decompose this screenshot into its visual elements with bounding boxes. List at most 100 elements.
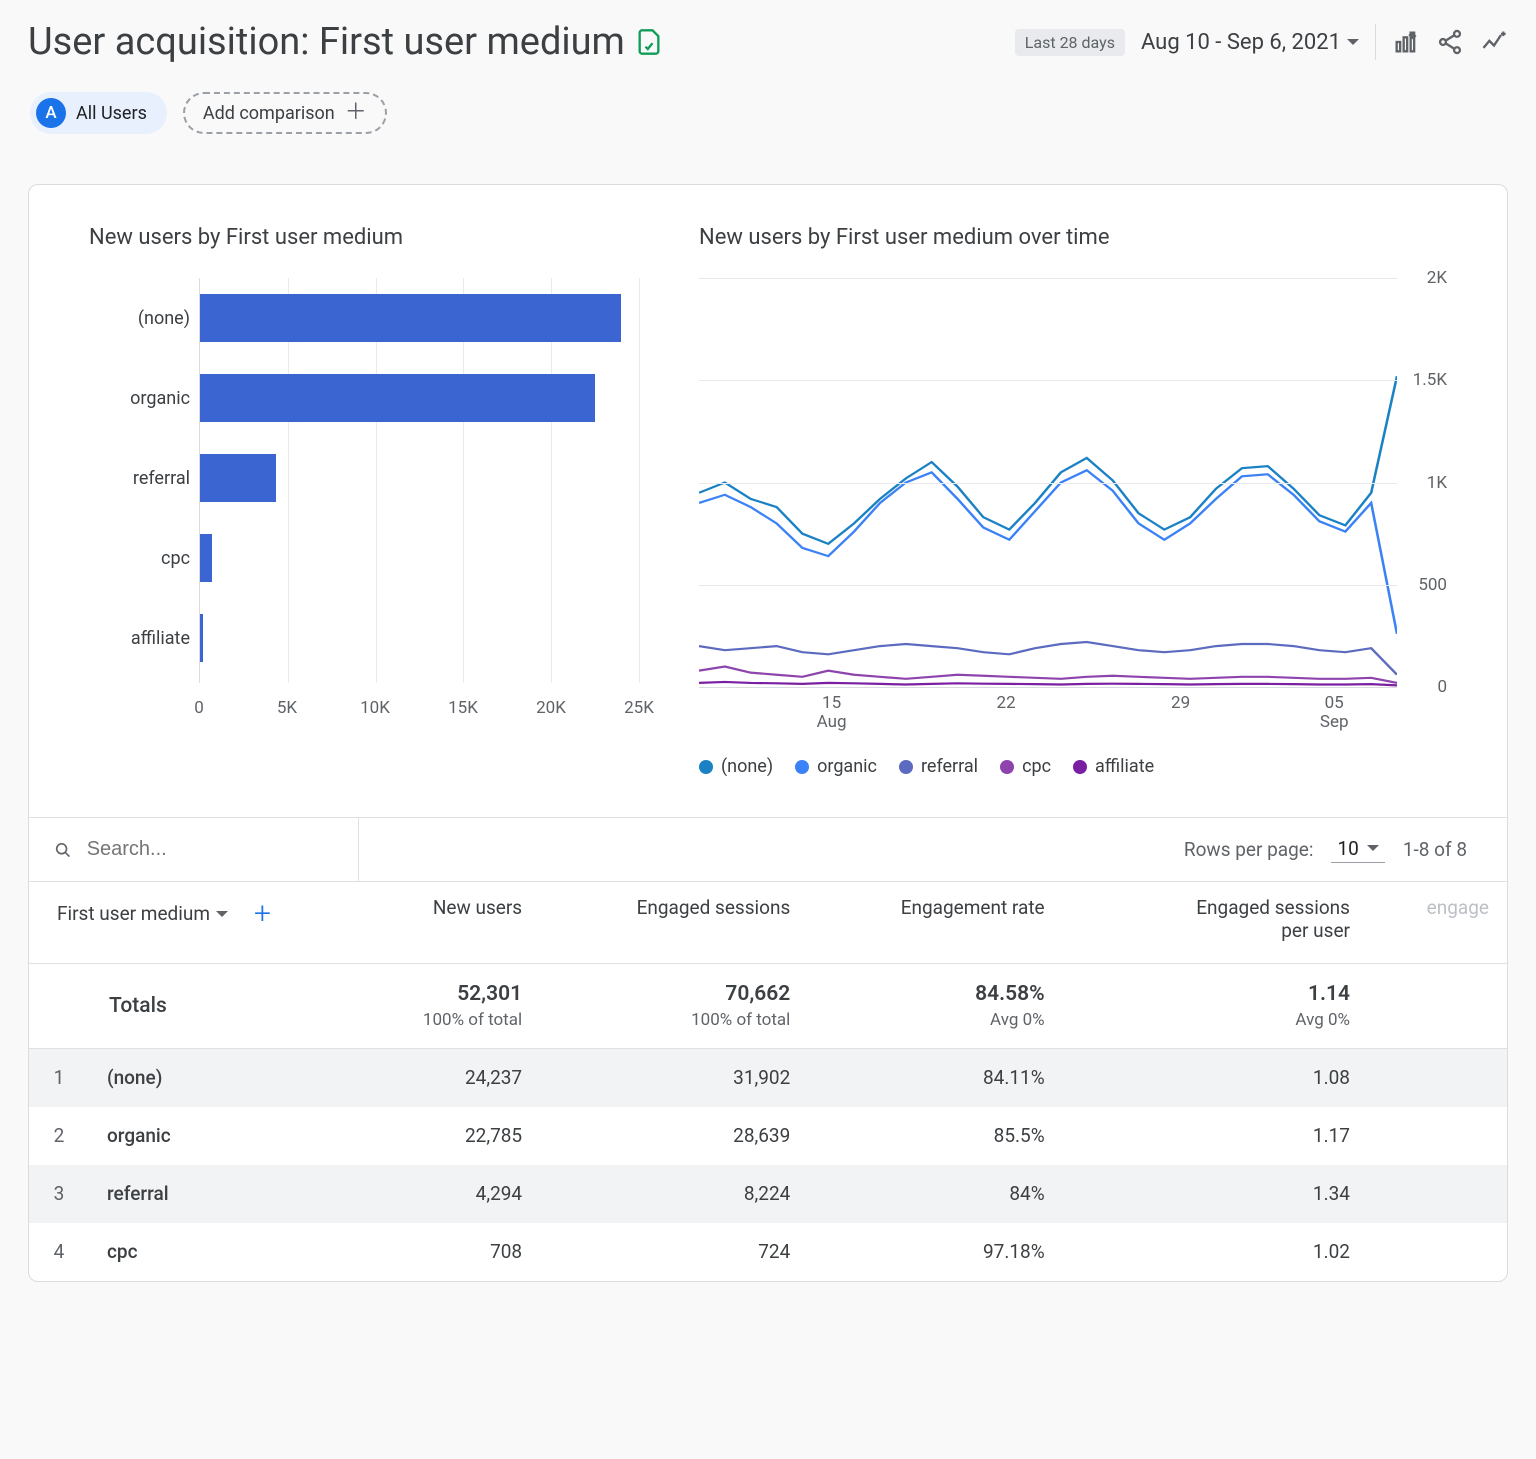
sheets-icon[interactable] <box>635 28 663 56</box>
legend-item[interactable]: (none) <box>699 756 773 777</box>
legend-dot-icon <box>899 760 913 774</box>
legend-label: referral <box>921 756 978 777</box>
row-index: 1 <box>29 1049 89 1107</box>
cell-new-users: 708 <box>349 1223 540 1281</box>
cell-engaged-sessions: 8,224 <box>540 1165 808 1223</box>
customize-report-icon[interactable] <box>1392 28 1420 56</box>
date-range-text: Aug 10 - Sep 6, 2021 <box>1141 30 1341 55</box>
bar-chart-title: New users by First user medium <box>89 225 639 250</box>
cell-engagement-rate: 84% <box>808 1165 1062 1223</box>
segment-badge: A <box>36 98 66 128</box>
date-badge: Last 28 days <box>1015 29 1125 56</box>
line-chart-legend: (none) organic referral cpc affiliate <box>699 756 1447 777</box>
legend-dot-icon <box>699 760 713 774</box>
add-comparison-button[interactable]: Add comparison ＋ <box>183 92 387 134</box>
legend-dot-icon <box>1000 760 1014 774</box>
legend-label: affiliate <box>1095 756 1154 777</box>
bar-x-tick: 20K <box>536 698 566 718</box>
col-extra[interactable]: engage <box>1368 882 1507 964</box>
bar-chart[interactable]: (none)organicreferralcpcaffiliate 05K10K… <box>89 278 639 738</box>
add-dimension-button[interactable]: + <box>254 896 271 931</box>
row-index: 4 <box>29 1223 89 1281</box>
row-dimension: cpc <box>89 1223 349 1281</box>
segment-all-users[interactable]: A All Users <box>30 92 167 134</box>
add-comparison-label: Add comparison <box>203 103 335 124</box>
line-y-tick: 0 <box>1437 677 1447 697</box>
bar-fill <box>200 454 276 502</box>
line-y-tick: 1.5K <box>1413 370 1447 390</box>
cell-engaged-sessions: 31,902 <box>540 1049 808 1107</box>
bar-category-label: affiliate <box>90 628 190 649</box>
data-table: First user medium + New users Engaged se… <box>29 881 1507 1281</box>
bar-fill <box>200 614 203 662</box>
chevron-down-icon <box>1347 39 1359 45</box>
page-title: User acquisition: First user medium <box>28 20 625 64</box>
legend-label: cpc <box>1022 756 1051 777</box>
bar-x-tick: 15K <box>448 698 478 718</box>
rows-per-page-label: Rows per page: <box>1184 838 1314 861</box>
report-header: User acquisition: First user medium Last… <box>28 20 1508 64</box>
line-x-tick: 15Aug <box>817 694 847 731</box>
col-eng-per-user[interactable]: Engaged sessions per user <box>1063 882 1368 964</box>
share-icon[interactable] <box>1436 28 1464 56</box>
table-row[interactable]: 1(none)24,23731,90284.11%1.08 <box>29 1049 1507 1107</box>
totals-metric: 52,301100% of total <box>349 964 540 1049</box>
totals-row: Totals52,301100% of total70,662100% of t… <box>29 964 1507 1049</box>
cell-new-users: 4,294 <box>349 1165 540 1223</box>
col-engaged-sessions[interactable]: Engaged sessions <box>540 882 808 964</box>
cell-engagement-rate: 85.5% <box>808 1107 1062 1165</box>
legend-dot-icon <box>1073 760 1087 774</box>
bar-fill <box>200 294 621 342</box>
table-row[interactable]: 4cpc70872497.18%1.02 <box>29 1223 1507 1281</box>
legend-item[interactable]: referral <box>899 756 978 777</box>
totals-metric: 84.58%Avg 0% <box>808 964 1062 1049</box>
bar-fill <box>200 534 212 582</box>
report-card: New users by First user medium (none) org… <box>28 184 1508 1282</box>
bar-category-label: organic <box>90 388 190 409</box>
line-series <box>699 470 1397 634</box>
cell-engagement-rate: 97.18% <box>808 1223 1062 1281</box>
dimension-selector[interactable]: First user medium <box>57 902 228 925</box>
insights-icon[interactable] <box>1480 28 1508 56</box>
bar-x-tick: 0 <box>194 698 204 718</box>
table-search[interactable] <box>29 818 359 881</box>
line-chart-title: New users by First user medium over time <box>699 225 1447 250</box>
legend-item[interactable]: affiliate <box>1073 756 1154 777</box>
bar-x-tick: 25K <box>624 698 654 718</box>
bar-x-tick: 5K <box>277 698 297 718</box>
cell-eng-per-user: 1.34 <box>1063 1165 1368 1223</box>
legend-item[interactable]: organic <box>795 756 877 777</box>
date-range-picker[interactable]: Aug 10 - Sep 6, 2021 <box>1141 30 1359 55</box>
cell-engagement-rate: 84.11% <box>808 1049 1062 1107</box>
cell-new-users: 24,237 <box>349 1049 540 1107</box>
chevron-down-icon <box>216 911 228 917</box>
line-y-tick: 2K <box>1427 268 1447 288</box>
legend-label: (none) <box>721 756 773 777</box>
bar-category-label: (none) <box>90 308 190 329</box>
line-series <box>699 682 1397 685</box>
table-row[interactable]: 3referral4,2948,22484%1.34 <box>29 1165 1507 1223</box>
line-chart[interactable]: 05001K1.5K2K 15Aug222905Sep <box>699 278 1447 738</box>
totals-label: Totals <box>29 964 349 1049</box>
pagination-text: 1-8 of 8 <box>1403 838 1467 861</box>
search-input[interactable] <box>85 837 358 862</box>
line-x-tick: 05Sep <box>1320 694 1349 731</box>
legend-dot-icon <box>795 760 809 774</box>
cell-eng-per-user: 1.08 <box>1063 1049 1368 1107</box>
table-row[interactable]: 2organic22,78528,63985.5%1.17 <box>29 1107 1507 1165</box>
col-engagement-rate[interactable]: Engagement rate <box>808 882 1062 964</box>
col-new-users[interactable]: New users <box>349 882 540 964</box>
cell-engaged-sessions: 28,639 <box>540 1107 808 1165</box>
cell-eng-per-user: 1.17 <box>1063 1107 1368 1165</box>
line-x-tick: 22 <box>997 694 1016 713</box>
rows-per-page-select[interactable]: 10 <box>1331 837 1384 863</box>
row-index: 3 <box>29 1165 89 1223</box>
search-icon <box>53 839 73 861</box>
line-x-tick: 29 <box>1171 694 1190 713</box>
row-index: 2 <box>29 1107 89 1165</box>
legend-item[interactable]: cpc <box>1000 756 1051 777</box>
line-series <box>699 376 1397 544</box>
row-dimension: referral <box>89 1165 349 1223</box>
totals-metric: 1.14Avg 0% <box>1063 964 1368 1049</box>
bar-x-tick: 10K <box>360 698 390 718</box>
